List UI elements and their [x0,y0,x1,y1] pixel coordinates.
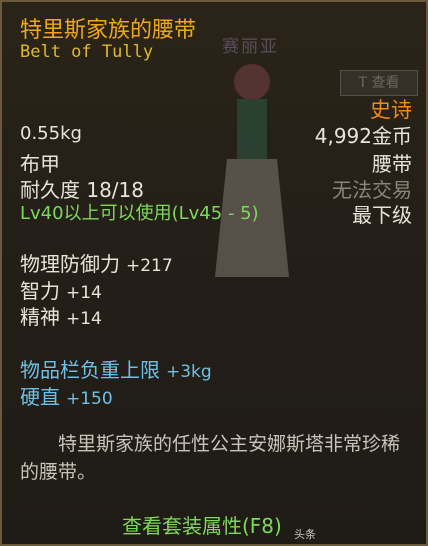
stat-value: +14 [66,309,102,329]
item-name: 特里斯家族的腰带 [20,18,197,43]
stat-name: 智力 [20,279,60,303]
watermark-credit: 头条 @AnonymousHacker [294,528,408,544]
item-weight: 0.55kg [20,123,82,144]
item-description: 特里斯家族的任性公主安娜斯塔非常珍稀的腰带。 [20,433,401,483]
background-watermark: 赛丽亚 [222,37,279,57]
stat-value: +3kg [166,362,212,382]
character-silhouette-icon [215,64,289,277]
view-set-attributes-button[interactable]: 查看套装属性(F8) [122,510,282,539]
stat-intelligence: 智力 +14 [20,275,102,304]
item-tooltip: 赛丽亚 T 查看 特里斯家族的腰带 Belt of Tully 史诗 0.55k… [0,0,428,546]
stat-name: 物品栏负重上限 [20,358,160,382]
stat-name: 硬直 [20,385,60,409]
equip-slot: 腰带 [372,152,412,176]
stat-name: 精神 [20,305,60,329]
stat-value: +14 [66,283,102,303]
stat-spirit: 精神 +14 [20,301,102,330]
stat-weight-limit: 物品栏负重上限 +3kg [20,354,212,383]
stat-hit-recovery: 硬直 +150 [20,381,113,410]
item-price: 4,992金币 [314,124,412,148]
item-grade: 最下级 [352,203,412,227]
item-name-english: Belt of Tully [20,42,154,62]
stat-name: 物理防御力 [20,252,120,276]
stat-physical-defense: 物理防御力 +217 [20,248,173,277]
background-tab: T 查看 [340,70,418,96]
stat-value: +217 [126,256,173,276]
stat-value: +150 [66,389,113,409]
armor-type: 布甲 [20,152,60,176]
level-requirement: Lv40以上可以使用(Lv45 - 5) [20,203,259,224]
